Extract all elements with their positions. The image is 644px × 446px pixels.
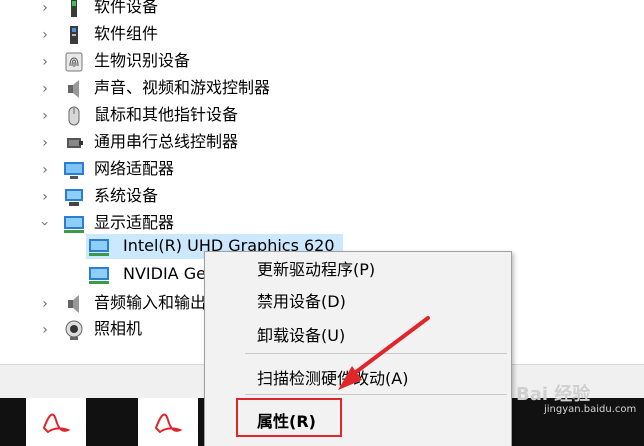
tree-item-mouse[interactable]: › 鼠标和其他指针设备 [0,102,340,129]
tree-item-system[interactable]: › 系统设备 [0,183,340,210]
watermark-subtext: jingyan.baidu.com [544,404,637,415]
chevron-down-icon[interactable]: › [32,214,59,234]
watermark: Bai 经验 jingyan.baidu.com [516,380,636,420]
pdf-file-icon[interactable] [138,398,198,446]
device-label: NVIDIA Ge [123,264,206,283]
usb-icon [67,138,83,148]
tree-item-label: 生物识别设备 [94,51,191,70]
tree-item-label: 网络适配器 [94,159,175,178]
chevron-right-icon[interactable]: › [35,0,55,21]
tree-item-audio-io[interactable]: › 音频输入和输出 [0,290,206,317]
network-icon [64,162,84,179]
software-device-icon [71,0,77,17]
fingerprint-icon [65,52,83,72]
menu-item-disable-device[interactable]: 禁用设备(D) [205,285,511,319]
tree-item-sound-video[interactable]: › 声音、视频和游戏控制器 [0,75,340,102]
display-adapter-icon [64,216,84,233]
audio-io-icon [68,295,79,313]
tree-item-label: 通用串行总线控制器 [94,132,239,151]
tree-item-label: 显示适配器 [94,213,175,232]
menu-item-uninstall-device[interactable]: 卸载设备(U) [205,319,511,353]
chevron-right-icon[interactable]: › [35,21,55,48]
watermark-text: Bai 经验 [516,384,591,405]
tree-item-camera[interactable]: › 照相机 [0,316,200,343]
tree-item-network[interactable]: › 网络适配器 [0,156,340,183]
menu-item-label: 禁用设备(D) [257,292,346,311]
chevron-right-icon[interactable]: › [35,290,55,317]
display-adapter-icon [89,239,109,256]
chevron-right-icon[interactable]: › [35,129,55,156]
menu-separator [245,353,507,354]
display-adapter-icon [89,267,109,284]
tree-item-usb[interactable]: › 通用串行总线控制器 [0,129,340,156]
camera-icon [65,320,83,340]
tree-item-software-devices[interactable]: › 软件设备 [0,0,340,21]
tree-item-label: 系统设备 [94,186,159,205]
chevron-right-icon[interactable]: › [35,156,55,183]
chevron-right-icon[interactable]: › [35,75,55,102]
chevron-right-icon[interactable]: › [35,48,55,75]
speaker-icon [68,80,79,98]
tree-item-software-components[interactable]: › 软件组件 [0,21,340,48]
chevron-right-icon[interactable]: › [35,316,55,343]
tree-item-label: 声音、视频和游戏控制器 [94,78,271,97]
menu-separator [245,394,507,395]
tree-item-label: 照相机 [94,319,143,338]
mouse-icon [68,106,80,126]
tree-item-label: 鼠标和其他指针设备 [94,105,239,124]
screenshot: › 软件设备 › 软件组件 › 生物识别设备 › 声音、视频和游戏控制器 › 鼠… [0,0,644,446]
menu-item-scan-hardware[interactable]: 扫描检测硬件改动(A) [205,362,511,396]
pdf-logo-icon [42,413,71,434]
menu-item-update-driver[interactable]: 更新驱动程序(P) [205,253,511,287]
pdf-logo-icon [154,413,183,434]
tree-item-biometric[interactable]: › 生物识别设备 [0,48,340,75]
tree-item-display-adapters[interactable]: › 显示适配器 [0,210,340,237]
chevron-right-icon[interactable]: › [35,183,55,210]
system-device-icon [65,189,83,206]
pdf-file-icon[interactable] [26,398,86,446]
properties-highlight-box [236,398,342,437]
tree-item-label: 音频输入和输出 [94,293,207,312]
menu-item-label: 更新驱动程序(P) [257,260,376,279]
chevron-right-icon[interactable]: › [35,102,55,129]
tree-item-label: 软件组件 [94,24,159,43]
software-component-icon [70,26,78,44]
tree-item-label: 软件设备 [94,0,159,16]
menu-item-label: 扫描检测硬件改动(A) [257,369,409,388]
menu-item-label: 卸载设备(U) [257,326,346,345]
